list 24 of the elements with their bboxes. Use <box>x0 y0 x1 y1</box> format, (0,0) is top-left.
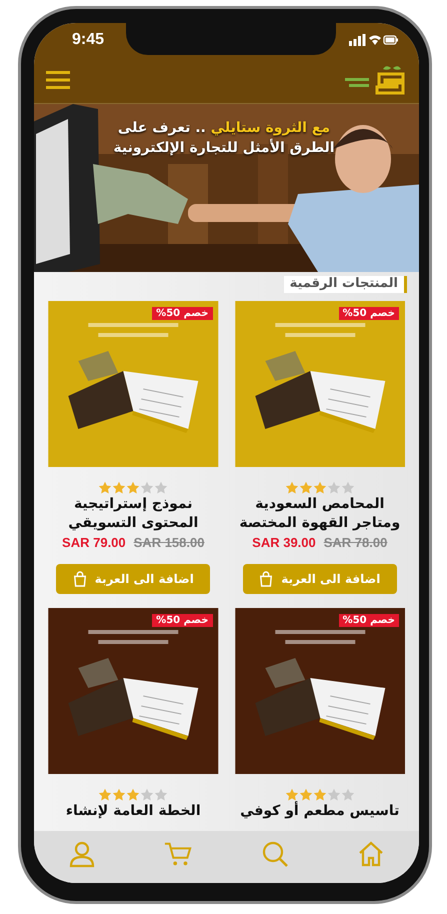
product-title[interactable]: تاسيس مطعم أو كوفي <box>240 802 400 821</box>
discount-badge: خصم 50% <box>152 307 212 320</box>
bag-icon <box>259 570 274 587</box>
product-title[interactable]: نموذج إستراتيجية المحتوى التسويقي <box>48 495 218 533</box>
status-icons <box>349 33 399 47</box>
discount-badge: خصم 50% <box>338 614 399 627</box>
banner-headline: الطرق الأمثل للتجارة الإلكترونية <box>112 140 336 156</box>
menu-icon[interactable] <box>46 71 70 89</box>
old-price: SAR 78.00 <box>324 534 388 550</box>
price: SAR 39.00 <box>252 534 316 550</box>
profile-icon[interactable] <box>68 840 96 868</box>
search-icon[interactable] <box>260 840 289 868</box>
product-title[interactable]: المحامص السعودية ومتاجر القهوة المختصة <box>234 495 405 533</box>
old-price: SAR 158.00 <box>134 534 204 550</box>
section-title: المنتجات الرقمية <box>284 276 407 293</box>
banner-headline: مع الثروة ستايلي .. تعرف على <box>116 120 332 136</box>
product-title[interactable]: الخطة العامة لإنشاء <box>66 802 201 821</box>
discount-badge: خصم 50% <box>338 307 399 320</box>
price: SAR 79.00 <box>62 534 126 550</box>
status-time: 9:45 <box>72 31 104 49</box>
home-icon[interactable] <box>356 840 385 868</box>
cart-icon[interactable] <box>164 840 192 868</box>
discount-badge: خصم 50% <box>152 614 212 627</box>
bag-icon <box>72 570 87 587</box>
